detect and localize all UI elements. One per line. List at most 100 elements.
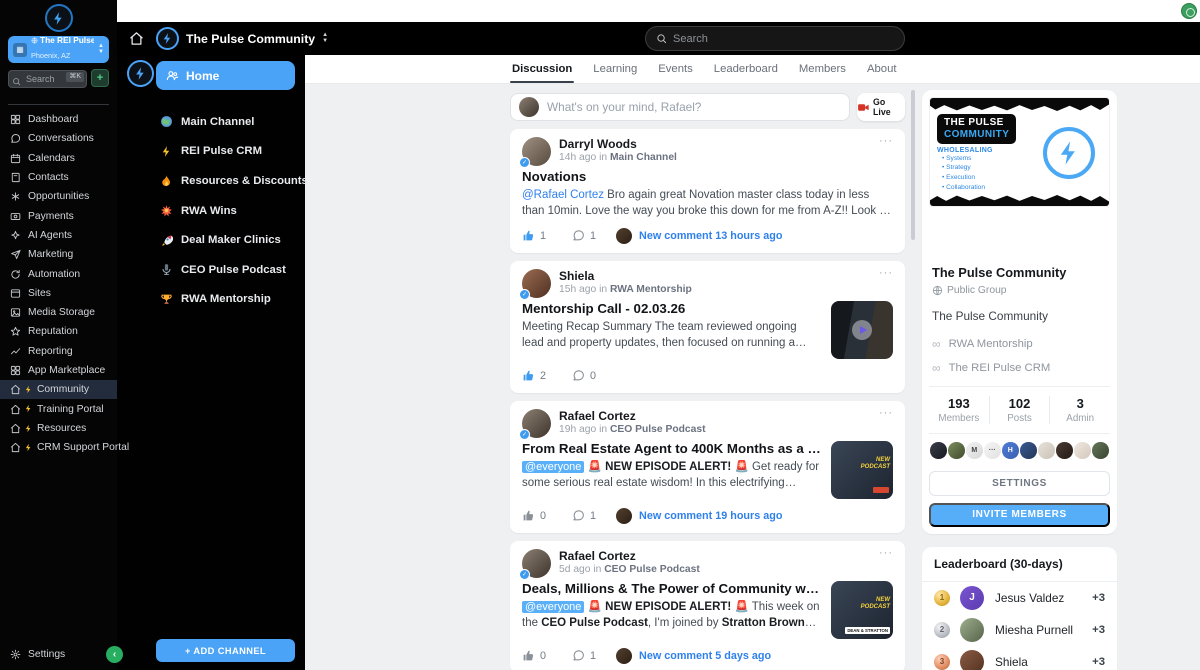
channel-item-rei-pulse-crm[interactable]: REI Pulse CRM [156, 137, 295, 167]
sidebar-item-media-storage[interactable]: Media Storage [0, 303, 117, 322]
quick-add-button[interactable]: + [91, 69, 109, 87]
member-avatar[interactable] [1020, 442, 1037, 459]
comment-button[interactable]: 1 [572, 647, 596, 665]
like-button[interactable]: 1 [522, 227, 546, 245]
leaderboard-row[interactable]: 3 Shiela +3 [922, 646, 1117, 670]
post-menu-icon[interactable]: ··· [879, 136, 893, 147]
leaderboard-row[interactable]: 1 J Jesus Valdez +3 [922, 582, 1117, 614]
sidebar-item-marketing[interactable]: Marketing [0, 245, 117, 264]
post-title[interactable]: Deals, Millions & The Power of Community… [522, 581, 821, 596]
post-channel[interactable]: CEO Pulse Podcast [604, 564, 700, 575]
everyone-mention[interactable]: @everyone [522, 461, 585, 473]
add-channel-button[interactable]: + ADD CHANNEL [156, 639, 295, 662]
member-avatar[interactable] [1056, 442, 1073, 459]
post-media-thumbnail[interactable] [831, 301, 893, 359]
sidebar-item-opportunities[interactable]: Opportunities [0, 187, 117, 206]
post-menu-icon[interactable]: ··· [879, 548, 893, 559]
member-avatar[interactable]: M [966, 442, 983, 459]
post-title[interactable]: From Real Estate Agent to 400K Months as… [522, 441, 821, 456]
home-icon[interactable] [129, 31, 144, 46]
settings-button[interactable]: Settings [0, 638, 117, 670]
tab-members[interactable]: Members [799, 55, 846, 83]
new-comment-link[interactable]: New comment 19 hours ago [616, 508, 782, 524]
sidebar-item-contacts[interactable]: Contacts [0, 168, 117, 187]
like-button[interactable]: 0 [522, 507, 546, 525]
post-channel[interactable]: RWA Mentorship [610, 284, 692, 295]
mention-link[interactable]: @Rafael Cortez [522, 189, 604, 201]
post-menu-icon[interactable]: ··· [879, 408, 893, 419]
community-search[interactable] [645, 26, 905, 51]
user-avatar[interactable] [1181, 3, 1197, 19]
sidebar-item-payments[interactable]: Payments [0, 206, 117, 225]
sidebar-item-conversations[interactable]: Conversations [0, 129, 117, 148]
avatar[interactable]: ✓ [519, 269, 551, 300]
sidebar-item-ai-agents[interactable]: AI Agents [0, 226, 117, 245]
new-comment-link[interactable]: New comment 5 days ago [616, 648, 771, 664]
linked-community-the-rei-pulse-crm[interactable]: ∞ The REI Pulse CRM [932, 362, 1107, 374]
post-channel[interactable]: CEO Pulse Podcast [610, 424, 706, 435]
post-composer[interactable]: What's on your mind, Rafael? [510, 93, 850, 121]
sidebar-item-community[interactable]: Community [0, 380, 117, 400]
channel-item-resources-discounts[interactable]: Resources & Discounts [156, 166, 308, 196]
community-switcher[interactable]: The Pulse Community ▲ ▼ [156, 27, 328, 50]
comment-button[interactable]: 1 [572, 507, 596, 525]
member-avatar[interactable] [930, 442, 947, 459]
community-search-input[interactable] [673, 32, 894, 45]
tab-about[interactable]: About [867, 55, 897, 83]
scrollbar[interactable] [911, 90, 915, 240]
tab-discussion[interactable]: Discussion [509, 55, 575, 83]
channel-item-deal-maker-clinics[interactable]: Deal Maker Clinics [156, 225, 295, 255]
leaderboard-row[interactable]: 2 Miesha Purnell +3 [922, 614, 1117, 646]
invite-members-button[interactable]: INVITE MEMBERS [929, 502, 1110, 527]
member-avatar[interactable] [948, 442, 965, 459]
sidebar-item-sites[interactable]: Sites [0, 284, 117, 303]
sidebar-item-training-portal[interactable]: Training Portal [0, 399, 117, 418]
member-avatar[interactable] [1038, 442, 1055, 459]
tab-learning[interactable]: Learning [593, 55, 637, 83]
avatar[interactable]: ✓ [519, 409, 551, 440]
sidebar-item-resources[interactable]: Resources [0, 419, 117, 438]
channel-item-ceo-pulse-podcast[interactable]: CEO Pulse Podcast [156, 255, 295, 285]
member-avatar[interactable]: H [1002, 442, 1019, 459]
post-media-thumbnail[interactable]: NEW PODCAST DEAN & STRATTON [831, 581, 893, 639]
post-menu-icon[interactable]: ··· [879, 268, 893, 279]
comment-button[interactable]: 0 [572, 367, 596, 385]
channel-item-rwa-mentorship[interactable]: RWA Mentorship [156, 285, 295, 315]
community-icon[interactable] [127, 60, 154, 87]
channel-item-main-channel[interactable]: Main Channel [156, 107, 295, 137]
tab-leaderboard[interactable]: Leaderboard [714, 55, 778, 83]
member-avatar[interactable] [1074, 442, 1091, 459]
linked-community-rwa-mentorship[interactable]: ∞ RWA Mentorship [932, 338, 1107, 350]
avatar[interactable]: ✓ [519, 137, 551, 168]
post-author[interactable]: Darryl Woods [559, 137, 879, 152]
channel-item-rwa-wins[interactable]: RWA Wins [156, 196, 295, 226]
post-channel[interactable]: Main Channel [610, 152, 677, 163]
post-title[interactable]: Mentorship Call - 02.03.26 [522, 301, 821, 316]
sidebar-item-reporting[interactable]: Reporting [0, 342, 117, 361]
new-comment-link[interactable]: New comment 13 hours ago [616, 228, 782, 244]
post-author[interactable]: Rafael Cortez [559, 549, 879, 564]
sidebar-item-automation[interactable]: Automation [0, 264, 117, 283]
everyone-mention[interactable]: @everyone [522, 601, 585, 613]
post-title[interactable]: Novations [522, 169, 893, 184]
go-live-button[interactable]: Go Live [857, 93, 905, 121]
like-button[interactable]: 2 [522, 367, 546, 385]
comment-button[interactable]: 1 [572, 227, 596, 245]
post-author[interactable]: Shiela [559, 269, 879, 284]
sidebar-item-reputation[interactable]: Reputation [0, 322, 117, 341]
like-button[interactable]: 0 [522, 647, 546, 665]
sidebar-item-calendars[interactable]: Calendars [0, 149, 117, 168]
sidebar-item-dashboard[interactable]: Dashboard [0, 110, 117, 129]
post-media-thumbnail[interactable]: NEW PODCAST [831, 441, 893, 499]
avatar[interactable]: ✓ [519, 549, 551, 580]
account-switcher[interactable]: ▦ The REI Pulse CR... Phoenix, AZ ▲▼ [8, 36, 109, 63]
sidebar-item-crm-support-portal[interactable]: CRM Support Portal [0, 438, 129, 457]
channel-home[interactable]: Home [156, 61, 295, 90]
settings-button[interactable]: SETTINGS [929, 470, 1110, 496]
member-avatar[interactable] [1092, 442, 1109, 459]
sidebar-item-app-marketplace[interactable]: App Marketplace [0, 361, 117, 380]
member-avatar[interactable]: ··· [984, 442, 1001, 459]
post-author[interactable]: Rafael Cortez [559, 409, 879, 424]
sidebar-collapse-button[interactable]: ‹ [106, 646, 123, 663]
tab-events[interactable]: Events [658, 55, 693, 83]
